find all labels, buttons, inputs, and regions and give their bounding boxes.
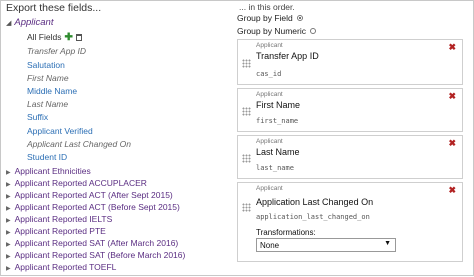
card-field-name: First Name [256,100,301,110]
group-label: Applicant Reported ACT (Before Sept 2015… [14,202,180,212]
drag-handle-icon[interactable] [242,203,251,212]
collapsed-triangle-icon[interactable]: ▶ [6,194,11,200]
field-middle-name[interactable]: Middle Name [27,86,77,96]
field-transfer-app-id[interactable]: Transfer App ID [27,46,86,56]
card-field-name: Last Name [256,147,300,157]
available-fields-panel: Export these fields... ◢ Applicant All Fi… [1,1,233,277]
field-salutation[interactable]: Salutation [27,60,65,70]
selected-fields-title: ... in this order. [239,2,295,12]
card-category: Applicant [256,91,283,98]
field-first-name[interactable]: First Name [27,73,69,83]
collapsed-triangle-icon[interactable]: ▶ [6,254,11,260]
card-field-key: application_last_changed_on [256,213,370,221]
transformations-select[interactable]: None ▼ [256,238,396,252]
group-ielts[interactable]: ▶ Applicant Reported IELTS [6,214,112,224]
group-label: Applicant Reported SAT (After March 2016… [14,238,179,248]
collapsed-triangle-icon[interactable]: ▶ [6,242,11,248]
selected-field-card[interactable]: Applicant Application Last Changed On ap… [237,182,463,262]
group-accuplacer[interactable]: ▶ Applicant Reported ACCUPLACER [6,178,147,188]
group-sat-after[interactable]: ▶ Applicant Reported SAT (After March 201… [6,238,178,248]
group-by-field-label: Group by Field [237,13,293,23]
card-field-name: Transfer App ID [256,51,319,61]
group-by-numeric-label: Group by Numeric [237,26,306,36]
group-pte[interactable]: ▶ Applicant Reported PTE [6,226,106,236]
drag-handle-icon[interactable] [242,59,251,68]
field-applicant-last-changed-on[interactable]: Applicant Last Changed On [27,139,131,149]
tree-root-applicant[interactable]: ◢ Applicant [6,17,53,28]
group-by-numeric-option[interactable]: Group by Numeric [237,26,316,36]
group-label: Applicant Reported ACCUPLACER [14,178,147,188]
field-suffix[interactable]: Suffix [27,112,48,122]
group-act-before[interactable]: ▶ Applicant Reported ACT (Before Sept 201… [6,202,180,212]
drag-handle-icon[interactable] [242,107,251,116]
group-label: Applicant Reported IELTS [14,214,113,224]
plus-icon[interactable]: ✚ [64,32,72,43]
group-by-field-radio[interactable] [296,15,303,21]
transformations-value: None [260,241,280,250]
selected-field-card[interactable]: Applicant First Name first_name ✖ [237,88,463,132]
group-label: Applicant Reported TOEFL [14,262,117,272]
card-field-name: Application Last Changed On [256,197,374,207]
drag-handle-icon[interactable] [242,154,251,163]
group-label: Applicant Ethnicities [14,166,91,176]
available-fields-title: Export these fields... [6,2,102,14]
card-category: Applicant [256,138,283,145]
collapsed-triangle-icon[interactable]: ▶ [6,182,11,188]
collapsed-triangle-icon[interactable]: ▶ [6,170,11,176]
selected-field-card[interactable]: Applicant Last Name last_name ✖ [237,135,463,179]
field-student-id[interactable]: Student ID [27,152,67,162]
selected-field-card[interactable]: Applicant Transfer App ID cas_id ✖ [237,39,463,85]
collapsed-triangle-icon[interactable]: ▶ [6,230,11,236]
tree-root-label: Applicant [14,17,54,28]
group-applicant-ethnicities[interactable]: ▶ Applicant Ethnicities [6,166,91,176]
field-last-name[interactable]: Last Name [27,99,68,109]
selected-fields-panel: ... in this order. Group by Field Group … [237,1,471,277]
close-icon[interactable]: ✖ [448,91,456,102]
group-by-field-option[interactable]: Group by Field [237,13,303,23]
field-all-fields[interactable]: All Fields ✚ [27,32,82,43]
group-by-numeric-radio[interactable] [309,28,316,34]
card-field-key: first_name [256,117,299,125]
group-label: Applicant Reported PTE [14,226,106,236]
close-icon[interactable]: ✖ [448,42,456,53]
field-applicant-verified[interactable]: Applicant Verified [27,126,93,136]
group-label: Applicant Reported SAT (Before March 201… [14,250,186,260]
field-label: All Fields [27,32,62,42]
group-label: Applicant Reported ACT (After Sept 2015) [14,190,173,200]
group-toefl[interactable]: ▶ Applicant Reported TOEFL [6,262,116,272]
close-icon[interactable]: ✖ [448,185,456,196]
collapsed-triangle-icon[interactable]: ▶ [6,218,11,224]
trash-icon[interactable] [75,34,82,41]
card-category: Applicant [256,185,283,192]
card-field-key: cas_id [256,70,282,78]
transformations-label: Transformations: [256,228,316,237]
chevron-down-icon[interactable]: ▼ [384,240,391,247]
card-field-key: last_name [256,164,294,172]
collapsed-triangle-icon[interactable]: ▶ [6,206,11,212]
group-sat-before[interactable]: ▶ Applicant Reported SAT (Before March 20… [6,250,185,260]
expanded-triangle-icon[interactable]: ◢ [6,20,11,27]
group-act-after[interactable]: ▶ Applicant Reported ACT (After Sept 2015… [6,190,173,200]
collapsed-triangle-icon[interactable]: ▶ [6,266,11,272]
close-icon[interactable]: ✖ [448,138,456,149]
card-category: Applicant [256,42,283,49]
